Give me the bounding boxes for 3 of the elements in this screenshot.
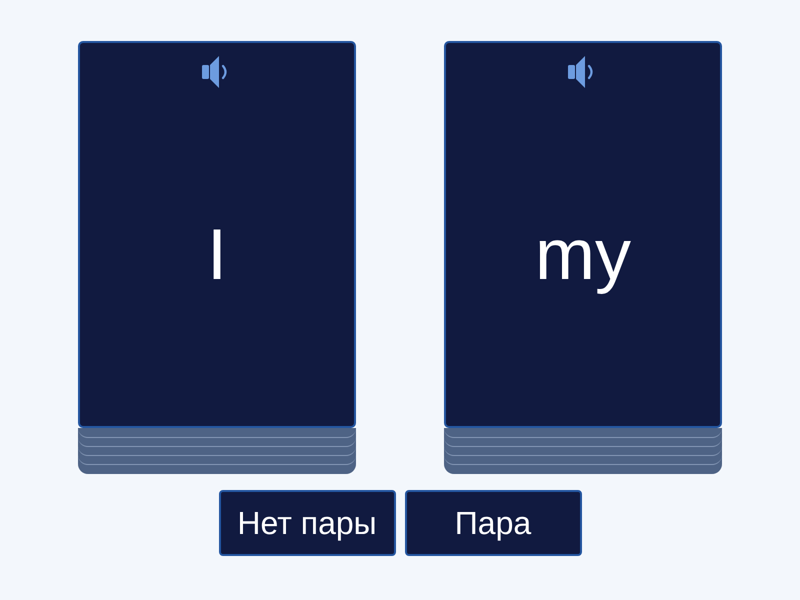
card-word: I: [206, 218, 227, 290]
answer-button[interactable]: Пара: [404, 490, 582, 556]
answer-button[interactable]: Нет пары: [218, 490, 396, 556]
